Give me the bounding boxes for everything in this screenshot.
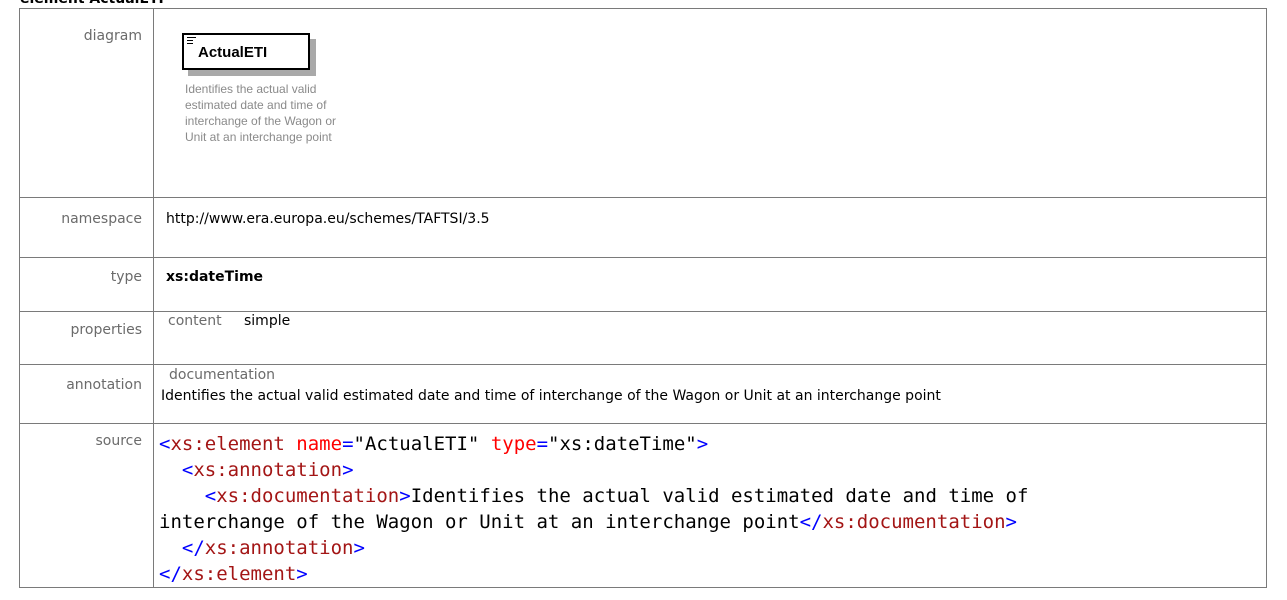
- annotation-cell: documentation Identifies the actual vali…: [153, 364, 1267, 424]
- type-row: type xs:dateTime: [19, 257, 1267, 312]
- property-key: content: [168, 313, 222, 329]
- diagram-row: diagram ActualETI Identifies the actual …: [19, 8, 1267, 198]
- element-doc-table: diagram ActualETI Identifies the actual …: [19, 8, 1267, 588]
- annotation-text: Identifies the actual valid estimated da…: [161, 388, 941, 404]
- element-box[interactable]: ActualETI: [182, 33, 310, 70]
- properties-cell: content simple: [153, 311, 1267, 365]
- type-label: type: [19, 257, 154, 312]
- properties-label: properties: [19, 311, 154, 365]
- diagram-label: diagram: [19, 8, 154, 198]
- element-name: ActualETI: [198, 44, 268, 61]
- source-code: <xs:element name="ActualETI" type="xs:da…: [159, 433, 1029, 585]
- source-row: source <xs:element name="ActualETI" type…: [19, 423, 1267, 588]
- type-cell: xs:dateTime: [153, 257, 1267, 312]
- source-label: source: [19, 423, 154, 588]
- annotation-key: documentation: [169, 367, 276, 383]
- diagram-cell: ActualETI Identifies the actual valid es…: [153, 8, 1267, 198]
- annotation-label: annotation: [19, 364, 154, 424]
- namespace-value: http://www.era.europa.eu/schemes/TAFTSI/…: [153, 197, 1267, 258]
- source-cell: <xs:element name="ActualETI" type="xs:da…: [153, 423, 1267, 588]
- annotation-row: annotation documentation Identifies the …: [19, 364, 1267, 424]
- type-value[interactable]: xs:dateTime: [166, 269, 263, 285]
- namespace-row: namespace http://www.era.europa.eu/schem…: [19, 197, 1267, 258]
- element-diagram[interactable]: ActualETI: [182, 33, 322, 93]
- namespace-label: namespace: [19, 197, 154, 258]
- property-value: simple: [244, 313, 291, 329]
- documentation-icon: [187, 37, 196, 46]
- properties-row: properties content simple: [19, 311, 1267, 365]
